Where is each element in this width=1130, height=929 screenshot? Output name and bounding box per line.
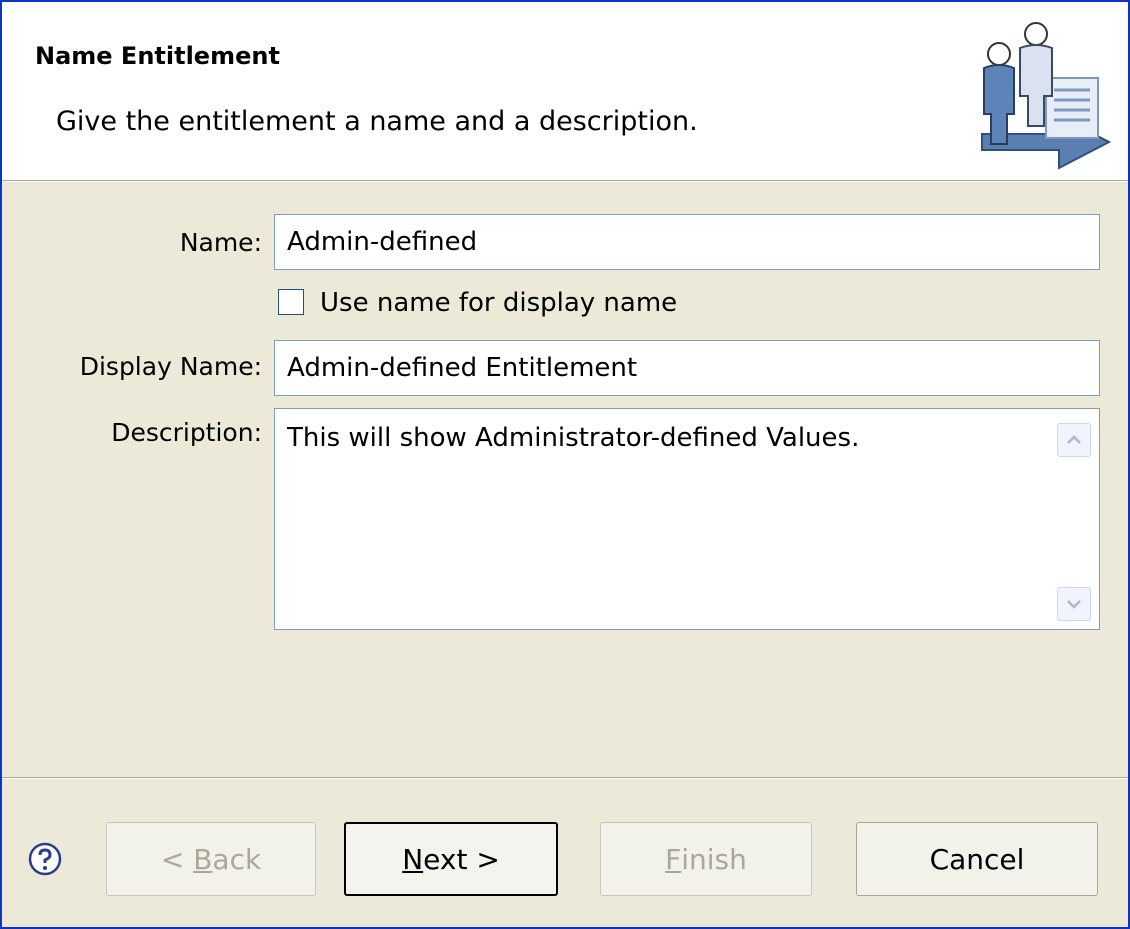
next-button-rest: ext > (423, 842, 500, 876)
name-label: Name: (179, 228, 262, 257)
display-name-label: Display Name: (79, 352, 262, 381)
wizard-dialog: Name Entitlement Give the entitlement a … (0, 0, 1130, 929)
finish-button[interactable]: Finish (600, 822, 812, 896)
use-name-checkbox-label[interactable]: Use name for display name (320, 288, 677, 318)
display-name-input-value: Admin-defined Entitlement (287, 353, 638, 383)
cancel-button[interactable]: Cancel (856, 822, 1098, 896)
use-name-checkbox[interactable] (278, 289, 304, 315)
name-input[interactable]: Admin-defined (274, 214, 1100, 270)
description-label: Description: (111, 418, 262, 447)
finish-button-rest: inish (681, 842, 747, 876)
name-input-value: Admin-defined (287, 227, 478, 257)
scroll-up-button[interactable] (1057, 423, 1091, 457)
help-icon[interactable] (28, 842, 62, 876)
wizard-title: Name Entitlement (35, 42, 280, 70)
scroll-down-button[interactable] (1057, 587, 1091, 621)
back-button-prefix: < (160, 842, 194, 876)
next-button-mnemonic: N (402, 842, 424, 876)
finish-button-mnemonic: F (665, 842, 682, 876)
next-button[interactable]: Next > (344, 822, 558, 896)
cancel-button-label: Cancel (929, 842, 1025, 876)
users-arrow-icon (981, 22, 1112, 170)
chevron-up-icon (1067, 435, 1081, 444)
back-button-mnemonic: B (193, 842, 213, 876)
chevron-down-icon (1067, 600, 1081, 609)
footer-separator (2, 777, 1128, 779)
wizard-header: Name Entitlement Give the entitlement a … (2, 2, 1128, 180)
display-name-input[interactable]: Admin-defined Entitlement (274, 340, 1100, 396)
header-separator (2, 180, 1128, 182)
wizard-description: Give the entitlement a name and a descri… (56, 106, 698, 137)
description-textarea[interactable]: This will show Administrator-defined Val… (274, 408, 1100, 630)
description-textarea-value: This will show Administrator-defined Val… (287, 423, 860, 453)
back-button[interactable]: < Back (106, 822, 316, 896)
back-button-rest: ack (212, 842, 262, 876)
